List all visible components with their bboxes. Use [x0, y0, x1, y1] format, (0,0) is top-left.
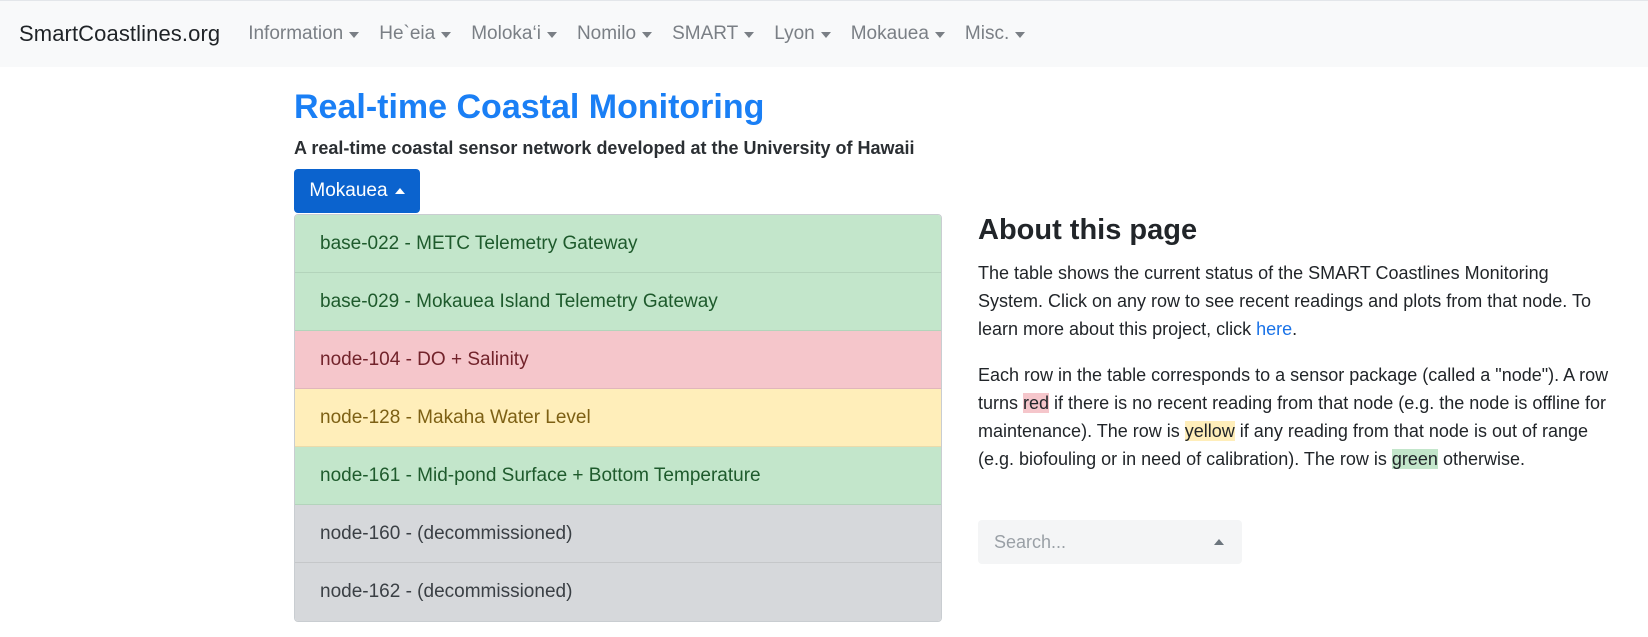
node-row-node-160[interactable]: node-160 - (decommissioned): [295, 505, 941, 563]
nav-menu-label: Moloka‘i: [471, 23, 541, 44]
site-brand[interactable]: SmartCoastlines.org: [19, 21, 220, 47]
top-navbar: SmartCoastlines.org Information He`eia M…: [0, 0, 1648, 67]
node-row-node-161[interactable]: node-161 - Mid-pond Surface + Bottom Tem…: [295, 447, 941, 505]
chevron-down-icon: [744, 32, 755, 38]
nav-menu-label: Mokauea: [850, 23, 929, 44]
about-p1-end: .: [1292, 319, 1298, 339]
nav-menu-mokauea[interactable]: Mokauea: [851, 23, 945, 45]
nav-menu-label: Misc.: [964, 23, 1010, 44]
nav-menu-label: He`eia: [379, 23, 436, 44]
chevron-down-icon: [642, 32, 653, 38]
node-row-node-104[interactable]: node-104 - DO + Salinity: [295, 331, 941, 389]
about-heading: About this page: [978, 214, 1198, 246]
chevron-down-icon: [1015, 32, 1026, 38]
page-subtitle: A real-time coastal sensor network devel…: [294, 138, 915, 158]
learn-more-link[interactable]: here: [1256, 319, 1292, 339]
page-title: Real-time Coastal Monitoring: [294, 88, 765, 126]
node-row-base-029[interactable]: base-029 - Mokauea Island Telemetry Gate…: [295, 273, 941, 331]
chevron-down-icon: [441, 32, 452, 38]
nav-menu-molokai[interactable]: Moloka‘i: [471, 23, 557, 45]
nav-menu-heeia[interactable]: He`eia: [379, 23, 452, 45]
node-row-node-128[interactable]: node-128 - Makaha Water Level: [295, 389, 941, 447]
nav-menu-misc[interactable]: Misc.: [964, 23, 1026, 45]
chevron-down-icon: [934, 32, 945, 38]
chevron-down-icon: [546, 32, 557, 38]
node-row-base-022[interactable]: base-022 - METC Telemetry Gateway: [295, 215, 941, 273]
nav-menu-label: Information: [248, 23, 344, 44]
about-paragraph-1: The table shows the current status of th…: [978, 259, 1618, 343]
chevron-up-icon: [394, 188, 405, 194]
about-paragraph-2: Each row in the table corresponds to a s…: [978, 361, 1618, 473]
nav-menu-label: SMART: [672, 23, 739, 44]
site-dropdown-button[interactable]: Mokauea: [294, 169, 420, 213]
search-placeholder: Search...: [994, 531, 1067, 552]
nav-menu-label: Nomilo: [576, 23, 637, 44]
green-highlight: green: [1391, 449, 1438, 469]
yellow-highlight: yellow: [1184, 421, 1235, 441]
nav-menu-nomilo[interactable]: Nomilo: [576, 23, 653, 45]
nav-menu-information[interactable]: Information: [248, 23, 360, 45]
nav-menu-label: Lyon: [774, 23, 815, 44]
chevron-up-icon: [1214, 539, 1224, 545]
dropdown-label: Mokauea: [309, 180, 388, 201]
node-status-list: base-022 - METC Telemetry Gateway base-0…: [294, 214, 942, 622]
search-select[interactable]: Search...: [978, 520, 1242, 564]
chevron-down-icon: [349, 32, 360, 38]
red-highlight: red: [1023, 393, 1050, 413]
about-p2-d: otherwise.: [1437, 449, 1525, 469]
nav-menu-smart[interactable]: SMART: [672, 23, 755, 45]
chevron-down-icon: [820, 32, 831, 38]
node-row-node-162[interactable]: node-162 - (decommissioned): [295, 563, 941, 621]
nav-menu-lyon[interactable]: Lyon: [774, 23, 831, 45]
